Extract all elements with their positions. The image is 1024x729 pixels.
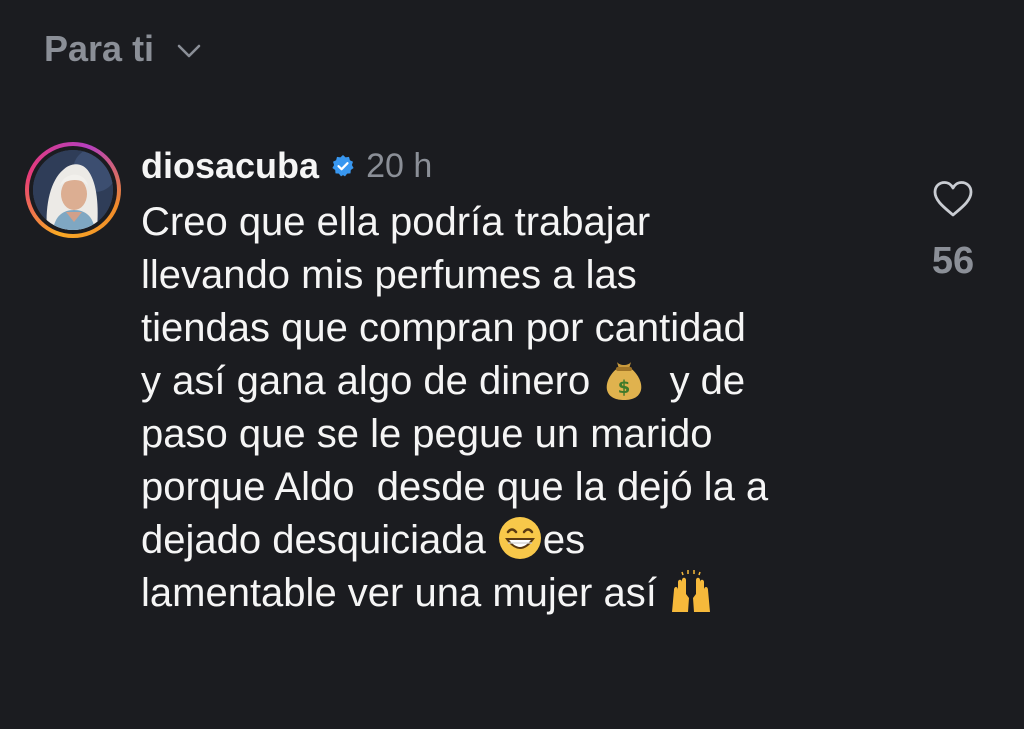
money-bag-icon: $ bbox=[607, 362, 642, 400]
comment-text: Creo que ella podría trabajar llevando m… bbox=[141, 196, 901, 620]
svg-text:$: $ bbox=[618, 377, 631, 398]
chevron-down-icon bbox=[177, 44, 201, 58]
comment-meta: diosacuba 20 h bbox=[141, 142, 901, 190]
timestamp: 20 h bbox=[366, 146, 433, 185]
avatar-image bbox=[33, 150, 113, 230]
comment-body: diosacuba 20 h Creo que ella podría trab… bbox=[141, 142, 901, 620]
story-ring[interactable] bbox=[25, 142, 121, 238]
comment-screen: Para ti diosacuba 20 h Creo que ella pod… bbox=[0, 0, 1024, 729]
like-count: 56 bbox=[931, 240, 975, 282]
like-area: 56 bbox=[923, 180, 983, 283]
raised-hands-icon bbox=[671, 570, 710, 612]
heart-icon[interactable] bbox=[932, 180, 974, 218]
feed-selector[interactable]: Para ti bbox=[44, 28, 202, 70]
verified-badge-icon bbox=[332, 155, 354, 177]
username[interactable]: diosacuba bbox=[141, 145, 319, 187]
feed-title: Para ti bbox=[44, 28, 155, 69]
grinning-face-icon bbox=[498, 517, 541, 559]
avatar[interactable] bbox=[33, 150, 113, 230]
